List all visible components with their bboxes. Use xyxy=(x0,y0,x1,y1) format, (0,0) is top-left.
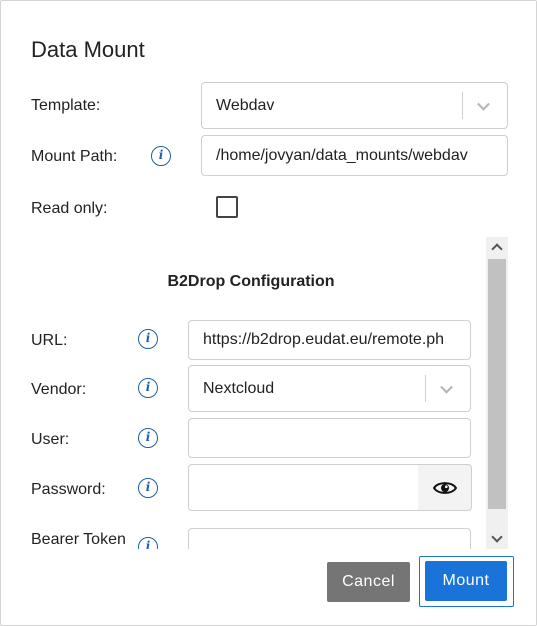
config-section-title: B2Drop Configuration xyxy=(167,273,335,290)
template-select-value: Webdav xyxy=(216,96,275,114)
template-select[interactable]: Webdav xyxy=(201,82,508,129)
template-label: Template: xyxy=(31,97,101,114)
mount-button[interactable]: Mount xyxy=(425,561,507,601)
chevron-up-icon xyxy=(491,243,503,255)
url-label: URL: xyxy=(31,332,68,349)
info-icon[interactable]: i xyxy=(138,537,158,549)
read-only-label: Read only: xyxy=(31,200,108,217)
vendor-label: Vendor: xyxy=(31,381,87,398)
info-icon[interactable]: i xyxy=(138,478,158,498)
scrollbar-thumb[interactable] xyxy=(488,259,506,509)
config-scroll-area[interactable]: B2Drop Configuration URL: i https://b2dr… xyxy=(1,237,486,549)
chevron-down-icon[interactable] xyxy=(477,97,490,111)
scroll-up-button[interactable] xyxy=(486,237,508,257)
dialog-title: Data Mount xyxy=(31,37,145,62)
select-separator xyxy=(425,375,426,402)
data-mount-dialog: Data Mount Template: Webdav Mount Path: … xyxy=(0,0,537,626)
url-value: https://b2drop.eudat.eu/remote.ph xyxy=(203,331,445,348)
chevron-down-icon[interactable] xyxy=(440,380,453,394)
mount-path-label: Mount Path: xyxy=(31,148,118,165)
chevron-down-icon xyxy=(491,531,503,543)
toggle-password-visibility-button[interactable] xyxy=(418,464,472,511)
url-input[interactable]: https://b2drop.eudat.eu/remote.ph xyxy=(188,320,471,360)
info-icon[interactable]: i xyxy=(138,428,158,448)
select-separator xyxy=(462,92,463,119)
vendor-select-value: Nextcloud xyxy=(203,379,275,397)
bearer-token-input[interactable] xyxy=(188,528,471,549)
bearer-token-label: Bearer Token xyxy=(31,531,126,548)
info-icon[interactable]: i xyxy=(151,146,171,166)
config-scrollbar[interactable] xyxy=(486,237,508,549)
eye-icon xyxy=(432,481,457,494)
info-icon[interactable]: i xyxy=(138,378,158,398)
user-label: User: xyxy=(31,431,70,448)
user-input[interactable] xyxy=(188,418,471,458)
mount-button-focus-ring: Mount xyxy=(419,556,514,607)
read-only-checkbox[interactable] xyxy=(216,196,238,218)
mount-path-value: /home/jovyan/data_mounts/webdav xyxy=(216,146,468,164)
password-label: Password: xyxy=(31,481,106,498)
mount-path-input[interactable]: /home/jovyan/data_mounts/webdav xyxy=(201,135,508,176)
password-input[interactable] xyxy=(188,464,419,511)
cancel-button[interactable]: Cancel xyxy=(327,562,410,602)
info-icon[interactable]: i xyxy=(138,329,158,349)
vendor-select[interactable]: Nextcloud xyxy=(188,365,471,412)
scroll-down-button[interactable] xyxy=(486,529,508,549)
